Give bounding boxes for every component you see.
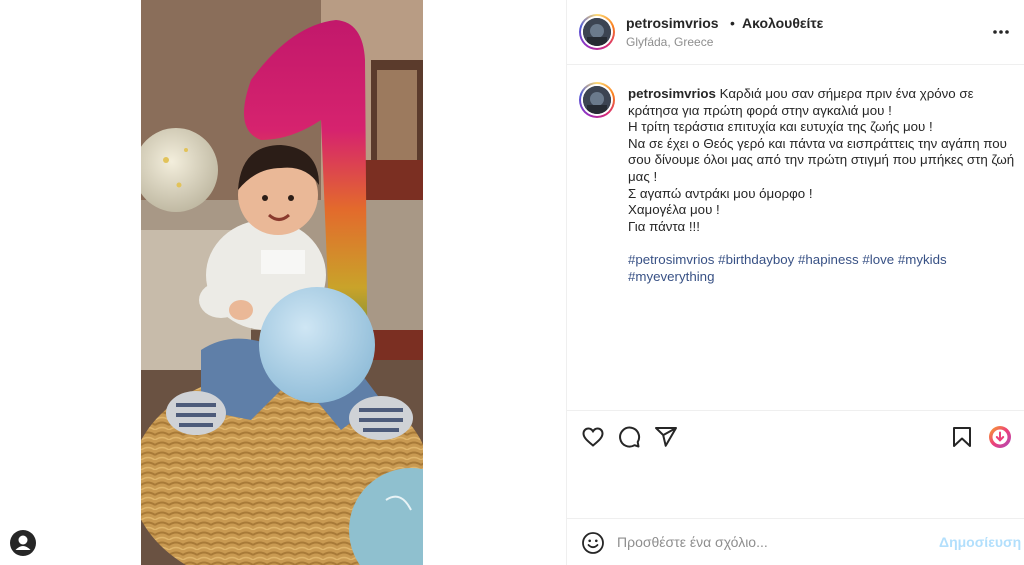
header-separator: • — [730, 15, 735, 31]
caption-line: Χαμογέλα μου ! — [628, 202, 720, 218]
download-button[interactable] — [988, 425, 1012, 449]
post-location[interactable]: Glyfáda, Greece — [626, 35, 713, 49]
caption-line: Να σε έχει ο Θεός γερό και πάντα να εισπ… — [628, 135, 1007, 151]
hashtag-link[interactable]: #love — [862, 252, 894, 267]
more-options-icon — [993, 30, 1009, 34]
comment-button[interactable] — [617, 425, 641, 449]
caption-line: Σ αγαπώ αντράκι μου όμορφο ! — [628, 185, 813, 201]
emoji-icon — [582, 532, 604, 554]
hashtag-link[interactable]: #myeverything — [628, 269, 714, 284]
post-header: petrosimvrios • Ακολουθείτε Glyfáda, Gre… — [567, 0, 1024, 65]
save-button[interactable] — [950, 425, 974, 449]
hashtag-link[interactable]: #petrosimvrios — [628, 252, 714, 267]
post-photo[interactable] — [141, 0, 423, 565]
emoji-button[interactable] — [581, 531, 605, 555]
like-button[interactable] — [581, 425, 605, 449]
post-side-panel: petrosimvrios • Ακολουθείτε Glyfáda, Gre… — [566, 0, 1024, 565]
instagram-post-view: petrosimvrios • Ακολουθείτε Glyfáda, Gre… — [0, 0, 1024, 565]
hashtag-link[interactable]: #mykids — [898, 252, 947, 267]
caption-line: Για πάντα !!! — [628, 218, 700, 234]
hashtag-link[interactable]: #hapiness — [798, 252, 859, 267]
caption-section: petrosimvrios Καρδιά μου σαν σήμερα πριν… — [567, 66, 1024, 410]
heart-icon — [582, 427, 604, 447]
caption-line: μας ! — [628, 168, 658, 184]
caption-line: Η τρίτη τεράστια επιτυχία και ευτυχία τη… — [628, 119, 933, 135]
comment-bar: Δημοσίευση — [567, 518, 1024, 565]
caption-line: σου δίνουμε όλοι μας από την πρώτη στιγμ… — [628, 152, 1015, 168]
caption-text: petrosimvrios Καρδιά μου σαν σήμερα πριν… — [628, 86, 1018, 235]
comment-icon — [619, 426, 641, 448]
user-icon — [15, 535, 31, 550]
action-bar — [567, 410, 1024, 518]
caption-line: κράτησα για πρώτη φορά στην αγκαλιά μου … — [628, 102, 892, 118]
more-options-button[interactable] — [991, 24, 1011, 40]
post-comment-button[interactable]: Δημοσίευση — [939, 534, 1021, 550]
author-avatar[interactable] — [579, 14, 615, 50]
caption-line: petrosimvrios Καρδιά μου σαν σήμερα πριν… — [628, 86, 974, 101]
hashtags: #petrosimvrios #birthdayboy #hapiness #l… — [628, 252, 1018, 285]
follow-status-button[interactable]: Ακολουθείτε — [742, 15, 823, 31]
author-username[interactable]: petrosimvrios — [626, 15, 719, 31]
caption-username[interactable]: petrosimvrios — [628, 86, 716, 101]
media-pane — [0, 0, 566, 565]
hashtag-link[interactable]: #birthdayboy — [718, 252, 794, 267]
comment-input[interactable] — [617, 532, 927, 552]
send-icon — [655, 427, 677, 447]
bookmark-icon — [953, 427, 971, 447]
download-icon — [989, 426, 1011, 448]
share-button[interactable] — [654, 425, 678, 449]
caption-avatar[interactable] — [579, 82, 615, 118]
profile-button[interactable] — [10, 530, 36, 556]
